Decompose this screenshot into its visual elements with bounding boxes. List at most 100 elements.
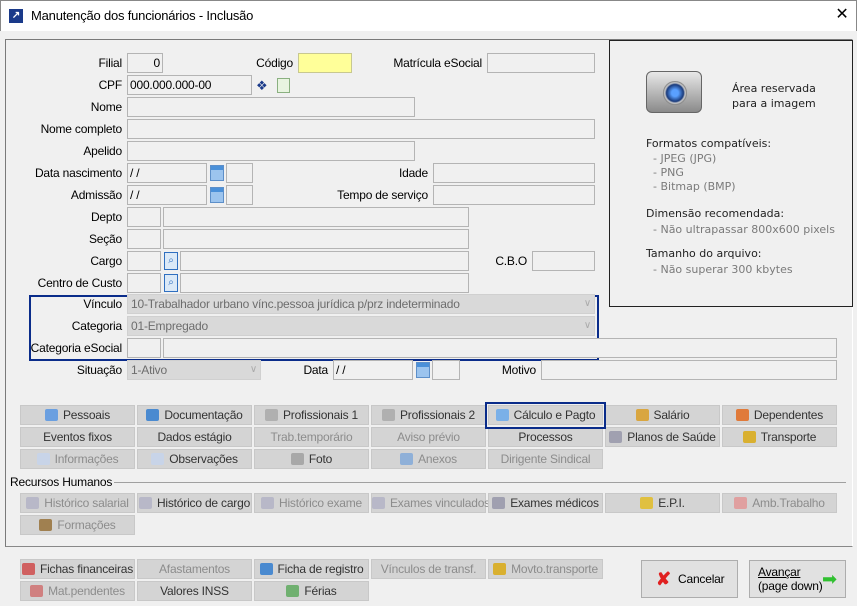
calendar-icon[interactable] xyxy=(416,362,430,378)
transporte-button[interactable]: Transporte xyxy=(722,427,837,447)
mat-pendentes-button[interactable]: Mat.pendentes xyxy=(20,581,135,601)
calendar-icon[interactable] xyxy=(210,187,224,203)
chevron-down-icon: ∨ xyxy=(583,320,591,331)
button-label: Profissionais 1 xyxy=(282,408,359,422)
apelido-input[interactable] xyxy=(127,141,415,161)
valores-inss-button[interactable]: Valores INSS xyxy=(137,581,252,601)
data-extra[interactable] xyxy=(432,360,460,380)
filial-input[interactable]: 0 xyxy=(127,53,163,73)
paperclip-icon xyxy=(400,453,414,465)
ledger-icon xyxy=(21,563,35,575)
vinculo-select[interactable]: 10-Trabalhador urbano vínc.pessoa jurídi… xyxy=(127,294,595,314)
formats-title: Formatos compatíveis: xyxy=(646,137,772,150)
depto-desc-input[interactable] xyxy=(163,207,469,227)
historico-exame-button[interactable]: Histórico exame xyxy=(254,493,369,513)
matricula-esocial-label: Matrícula eSocial xyxy=(393,56,482,70)
button-label: Eventos fixos xyxy=(43,430,112,444)
search-cpf-icon[interactable]: ❖ xyxy=(256,78,268,94)
nome-completo-input[interactable] xyxy=(127,119,595,139)
trab-temporario-button[interactable]: Trab.temporário xyxy=(254,427,369,447)
data-label: Data xyxy=(303,363,328,377)
e-p-i-button[interactable]: E.P.I. xyxy=(605,493,720,513)
button-label: Profissionais 2 xyxy=(399,408,476,422)
motivo-input[interactable] xyxy=(541,360,837,380)
close-button[interactable]: ✕ xyxy=(832,4,852,26)
next-button[interactable]: Avançar (page down) ➡ xyxy=(749,560,846,598)
movto-transporte-button[interactable]: Movto.transporte xyxy=(488,559,603,579)
informacoes-button[interactable]: Informações xyxy=(20,449,135,469)
new-document-icon[interactable] xyxy=(277,78,290,93)
idade-input[interactable] xyxy=(433,163,595,183)
vinculos-de-transf-button[interactable]: Vínculos de transf. xyxy=(371,559,486,579)
ferias-button[interactable]: Férias xyxy=(254,581,369,601)
button-label: Informações xyxy=(54,452,119,466)
amb-trabalho-button[interactable]: Amb.Trabalho xyxy=(722,493,837,513)
dirigente-sindical-button[interactable]: Dirigente Sindical xyxy=(488,449,603,469)
dependentes-button[interactable]: Dependentes xyxy=(722,405,837,425)
categoria-value: 01-Empregado xyxy=(131,319,208,333)
fichas-financeiras-button[interactable]: Fichas financeiras xyxy=(20,559,135,579)
historico-de-cargo-button[interactable]: Histórico de cargo xyxy=(137,493,252,513)
stethoscope-icon xyxy=(260,497,274,509)
exames-medicos-button[interactable]: Exames médicos xyxy=(488,493,603,513)
cargo-desc-input[interactable] xyxy=(180,251,469,271)
data-nascimento-input[interactable]: / / xyxy=(127,163,207,183)
ficha-de-registro-button[interactable]: Ficha de registro xyxy=(254,559,369,579)
cbo-label: C.B.O xyxy=(495,254,527,268)
nome-input[interactable] xyxy=(127,97,415,117)
secao-code-input[interactable] xyxy=(127,229,161,249)
planos-de-saude-button[interactable]: Planos de Saúde xyxy=(605,427,720,447)
filial-label: Filial xyxy=(98,56,123,70)
image-reserved-text-2: para a imagem xyxy=(732,97,816,110)
admissao-extra[interactable] xyxy=(226,185,253,205)
lookup-icon[interactable]: ⌕ xyxy=(164,252,178,270)
centro-custo-code-input[interactable] xyxy=(127,273,161,293)
pessoais-button[interactable]: Pessoais xyxy=(20,405,135,425)
depto-code-input[interactable] xyxy=(127,207,161,227)
profissionais-2-button[interactable]: Profissionais 2 xyxy=(371,405,486,425)
button-label: Ficha de registro xyxy=(277,562,364,576)
cbo-input[interactable] xyxy=(532,251,595,271)
categoria-esocial-desc-input[interactable] xyxy=(163,338,837,358)
graduation-cap-icon xyxy=(39,519,53,531)
data-nascimento-extra[interactable] xyxy=(226,163,253,183)
data-input[interactable]: / / xyxy=(333,360,413,380)
observacoes-button[interactable]: Observações xyxy=(137,449,252,469)
dados-estagio-button[interactable]: Dados estágio xyxy=(137,427,252,447)
situacao-value: 1-Ativo xyxy=(131,363,167,377)
id-card-icon xyxy=(146,409,160,421)
salario-button[interactable]: Salário xyxy=(605,405,720,425)
tempo-servico-input[interactable] xyxy=(433,185,595,205)
categoria-select[interactable]: 01-Empregado ∨ xyxy=(127,316,595,336)
cargo-code-input[interactable] xyxy=(127,251,161,271)
centro-custo-desc-input[interactable] xyxy=(180,273,469,293)
historico-salarial-button[interactable]: Histórico salarial xyxy=(20,493,135,513)
cancel-button[interactable]: ✘ Cancelar xyxy=(641,560,738,598)
lookup-icon[interactable]: ⌕ xyxy=(164,274,178,292)
cpf-input[interactable]: 000.000.000-00 xyxy=(127,75,252,95)
calendar-icon[interactable] xyxy=(210,165,224,181)
image-reserved-text: Área reservada xyxy=(732,82,816,95)
formacoes-button[interactable]: Formações xyxy=(20,515,135,535)
vinculo-value: 10-Trabalhador urbano vínc.pessoa jurídi… xyxy=(131,297,460,311)
image-area[interactable]: Área reservada para a imagem Formatos co… xyxy=(609,40,853,307)
aviso-previo-button[interactable]: Aviso prévio xyxy=(371,427,486,447)
afastamentos-button[interactable]: Afastamentos xyxy=(137,559,252,579)
processos-button[interactable]: Processos xyxy=(488,427,603,447)
codigo-input[interactable] xyxy=(298,53,352,73)
documentacao-button[interactable]: Documentação xyxy=(137,405,252,425)
anexos-button[interactable]: Anexos xyxy=(371,449,486,469)
admissao-input[interactable]: / / xyxy=(127,185,207,205)
categoria-esocial-code-input[interactable] xyxy=(127,338,161,358)
profissionais-1-button[interactable]: Profissionais 1 xyxy=(254,405,369,425)
eventos-fixos-button[interactable]: Eventos fixos xyxy=(20,427,135,447)
situacao-select[interactable]: 1-Ativo ∨ xyxy=(127,360,261,380)
foto-button[interactable]: Foto xyxy=(254,449,369,469)
secao-desc-input[interactable] xyxy=(163,229,469,249)
motivo-label: Motivo xyxy=(501,363,536,377)
camera-icon xyxy=(290,453,304,465)
matricula-esocial-input[interactable] xyxy=(487,53,595,73)
stethoscope-icon xyxy=(138,497,152,509)
vinculo-label: Vínculo xyxy=(83,297,122,311)
exames-vinculados-button[interactable]: Exames vinculados xyxy=(371,493,490,513)
